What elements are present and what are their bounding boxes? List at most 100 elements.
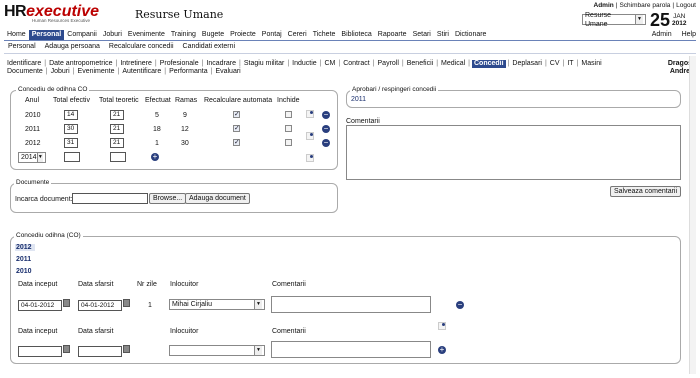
calendar-icon[interactable] <box>123 345 130 353</box>
approvals-year[interactable]: 2011 <box>351 96 366 103</box>
tab-item[interactable]: Incadrare <box>205 60 237 68</box>
co-year-2012[interactable]: 2012 <box>15 244 35 251</box>
tab-item[interactable]: Masini <box>580 60 602 68</box>
new-teoretic-input[interactable] <box>110 152 126 162</box>
tab-item[interactable]: Medical <box>440 60 466 68</box>
main-menu-item[interactable]: Home <box>4 30 29 40</box>
scrollbar[interactable] <box>689 56 696 374</box>
new-replacement-select[interactable]: ▼ <box>169 345 265 356</box>
add-icon[interactable]: + <box>438 346 446 354</box>
new-entry-comments-textarea[interactable] <box>271 341 431 358</box>
tab-item[interactable]: Deplasari <box>511 60 543 68</box>
submenu-personal[interactable]: Personal <box>8 42 36 51</box>
efectiv-input[interactable]: 31 <box>64 138 78 148</box>
date-year: 2012 <box>672 20 687 27</box>
logout-link[interactable]: Logout <box>676 2 696 9</box>
main-menu-item[interactable]: Tichete <box>310 30 339 40</box>
entry-comments-textarea[interactable] <box>271 296 431 313</box>
upload-file-input[interactable] <box>72 193 148 204</box>
main-menu-item[interactable]: Training <box>168 30 199 40</box>
change-password-link[interactable]: Schimbare parola <box>619 2 670 9</box>
main-menu-item[interactable]: Joburi <box>100 30 125 40</box>
submenu-candidates[interactable]: Candidati externi <box>183 42 236 51</box>
teoretic-input[interactable]: 21 <box>110 110 124 120</box>
main-menu-item[interactable]: Pontaj <box>259 30 285 40</box>
tab-item[interactable]: Intretinere <box>119 60 153 68</box>
tab-item[interactable]: Evenimente <box>77 68 116 76</box>
new-year-select[interactable]: 2014 ▼ <box>18 152 46 163</box>
module-select[interactable]: Resurse Umane ▼ <box>582 12 646 28</box>
start-date-input[interactable]: 04-01-2012 <box>18 300 62 311</box>
main-menu-item[interactable]: Rapoarte <box>375 30 410 40</box>
edit-icon[interactable] <box>306 154 314 162</box>
close-checkbox[interactable] <box>285 111 292 118</box>
recalc-checkbox[interactable] <box>233 111 240 118</box>
add-document-button[interactable]: Adauga document <box>185 193 250 204</box>
teoretic-input[interactable]: 21 <box>110 138 124 148</box>
submenu-recalc[interactable]: Recalculare concedii <box>109 42 174 51</box>
main-menu-item[interactable]: Companii <box>64 30 100 40</box>
edit-icon[interactable] <box>438 322 446 330</box>
remove-icon[interactable]: − <box>322 111 330 119</box>
main-menu-item[interactable]: Dictionare <box>452 30 490 40</box>
comments-textarea[interactable] <box>346 125 681 180</box>
edit-icon[interactable] <box>306 132 314 140</box>
tab-item[interactable]: Documente <box>6 68 44 76</box>
help-menu-item[interactable]: Help <box>682 30 696 40</box>
co-row-year: 2010 <box>25 112 41 119</box>
tabs-row-2: Documente | Joburi | Evenimente | Autentificar… <box>6 68 242 76</box>
tab-item[interactable]: Concedii <box>472 60 506 68</box>
calendar-icon[interactable] <box>63 345 70 353</box>
replacement-select[interactable]: Mihai Cirjaliu ▼ <box>169 299 265 310</box>
co-year-2011[interactable]: 2011 <box>16 256 31 263</box>
tab-item[interactable]: Profesionale <box>159 60 200 68</box>
recalc-checkbox[interactable] <box>233 125 240 132</box>
end-date-input[interactable]: 04-01-2012 <box>78 300 122 311</box>
submenu-add-person[interactable]: Adauga persoana <box>45 42 100 51</box>
add-icon[interactable]: + <box>151 153 159 161</box>
tab-item[interactable]: CV <box>549 60 561 68</box>
remove-icon[interactable]: − <box>322 125 330 133</box>
tab-item[interactable]: Evaluari <box>214 68 241 76</box>
main-menu-item[interactable]: Proiecte <box>227 30 259 40</box>
new-end-date-input[interactable] <box>78 346 122 357</box>
tab-item[interactable]: Stagiu militar <box>243 60 285 68</box>
main-menu-item[interactable]: Stiri <box>434 30 452 40</box>
remove-icon[interactable]: − <box>456 301 464 309</box>
tab-item[interactable]: Beneficii <box>406 60 434 68</box>
main-menu-item[interactable]: Setari <box>410 30 434 40</box>
recalc-checkbox[interactable] <box>233 139 240 146</box>
browse-button[interactable]: Browse... <box>149 193 187 204</box>
efectiv-input[interactable]: 14 <box>64 110 78 120</box>
calendar-icon[interactable] <box>123 299 130 307</box>
tab-item[interactable]: Performanta <box>168 68 209 76</box>
tab-item[interactable]: Autentificare <box>121 68 162 76</box>
main-menu-item[interactable]: Personal <box>28 30 65 40</box>
edit-icon[interactable] <box>306 110 314 118</box>
close-checkbox[interactable] <box>285 125 292 132</box>
close-checkbox[interactable] <box>285 139 292 146</box>
tab-item[interactable]: Date antropometrice <box>48 60 113 68</box>
tab-item[interactable]: IT <box>566 60 574 68</box>
header-replacement: Inlocuitor <box>170 328 199 335</box>
main-menu-item[interactable]: Evenimente <box>125 30 168 40</box>
co-year-2010[interactable]: 2010 <box>16 268 32 275</box>
main-menu-item[interactable]: Cereri <box>285 30 310 40</box>
main-menu-item[interactable]: Bugete <box>199 30 227 40</box>
tab-item[interactable]: Payroll <box>377 60 400 68</box>
admin-menu-item[interactable]: Admin <box>652 30 672 40</box>
new-efectiv-input[interactable] <box>64 152 80 162</box>
tab-item[interactable]: Identificare <box>6 60 42 68</box>
tab-item[interactable]: Joburi <box>50 68 71 76</box>
teoretic-input[interactable]: 21 <box>110 124 124 134</box>
tab-item[interactable]: Inductie <box>291 60 318 68</box>
col-header-year: Anul <box>25 97 40 104</box>
efectiv-input[interactable]: 30 <box>64 124 78 134</box>
remove-icon[interactable]: − <box>322 139 330 147</box>
calendar-icon[interactable] <box>63 299 70 307</box>
save-comments-button[interactable]: Salveaza comentarii <box>610 186 682 197</box>
tab-item[interactable]: CM <box>324 60 337 68</box>
main-menu-item[interactable]: Biblioteca <box>338 30 374 40</box>
tab-item[interactable]: Contract <box>342 60 370 68</box>
new-start-date-input[interactable] <box>18 346 62 357</box>
